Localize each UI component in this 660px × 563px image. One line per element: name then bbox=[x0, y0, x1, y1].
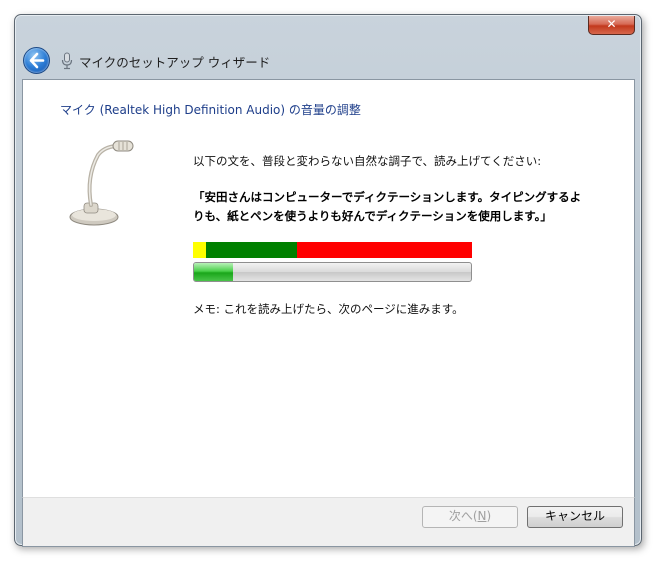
instruction-text: 以下の文を、普段と変わらない自然な調子で、読み上げてください: bbox=[193, 154, 542, 168]
dictation-phrase: 「安田さんはコンピューターでディクテーションします。タイピングするよ りも、紙と… bbox=[193, 188, 582, 226]
phrase-line-2: りも、紙とペンを使うよりも好んでディクテーションを使用します。」 bbox=[193, 209, 552, 223]
back-arrow-icon bbox=[29, 52, 45, 69]
close-button[interactable]: ✕ bbox=[588, 16, 635, 35]
page-heading: マイク (Realtek High Definition Audio) の音量の… bbox=[60, 103, 361, 117]
meter-segment-red bbox=[297, 242, 472, 258]
close-icon: ✕ bbox=[606, 17, 617, 31]
meter-segment-yellow bbox=[193, 242, 206, 258]
next-button[interactable]: 次へ(N) bbox=[422, 506, 518, 528]
window-title: マイクのセットアップ ウィザード bbox=[79, 55, 271, 70]
volume-level-meter bbox=[193, 242, 472, 258]
next-button-label: 次へ( bbox=[448, 509, 478, 523]
microphone-illustration-icon bbox=[69, 140, 134, 226]
next-button-suffix: ) bbox=[486, 509, 492, 523]
microphone-icon bbox=[61, 52, 73, 70]
memo-text: メモ: これを読み上げたら、次のページに進みます。 bbox=[193, 302, 464, 316]
phrase-line-1: 「安田さんはコンピューターでディクテーションします。タイピングするよ bbox=[193, 190, 582, 204]
progress-fill bbox=[194, 263, 233, 281]
meter-segment-green bbox=[206, 242, 297, 258]
cancel-button[interactable]: キャンセル bbox=[527, 506, 623, 528]
title-bar: マイクのセットアップ ウィザード bbox=[15, 41, 641, 81]
back-button[interactable] bbox=[23, 47, 50, 74]
input-level-progress-bar bbox=[193, 262, 472, 282]
